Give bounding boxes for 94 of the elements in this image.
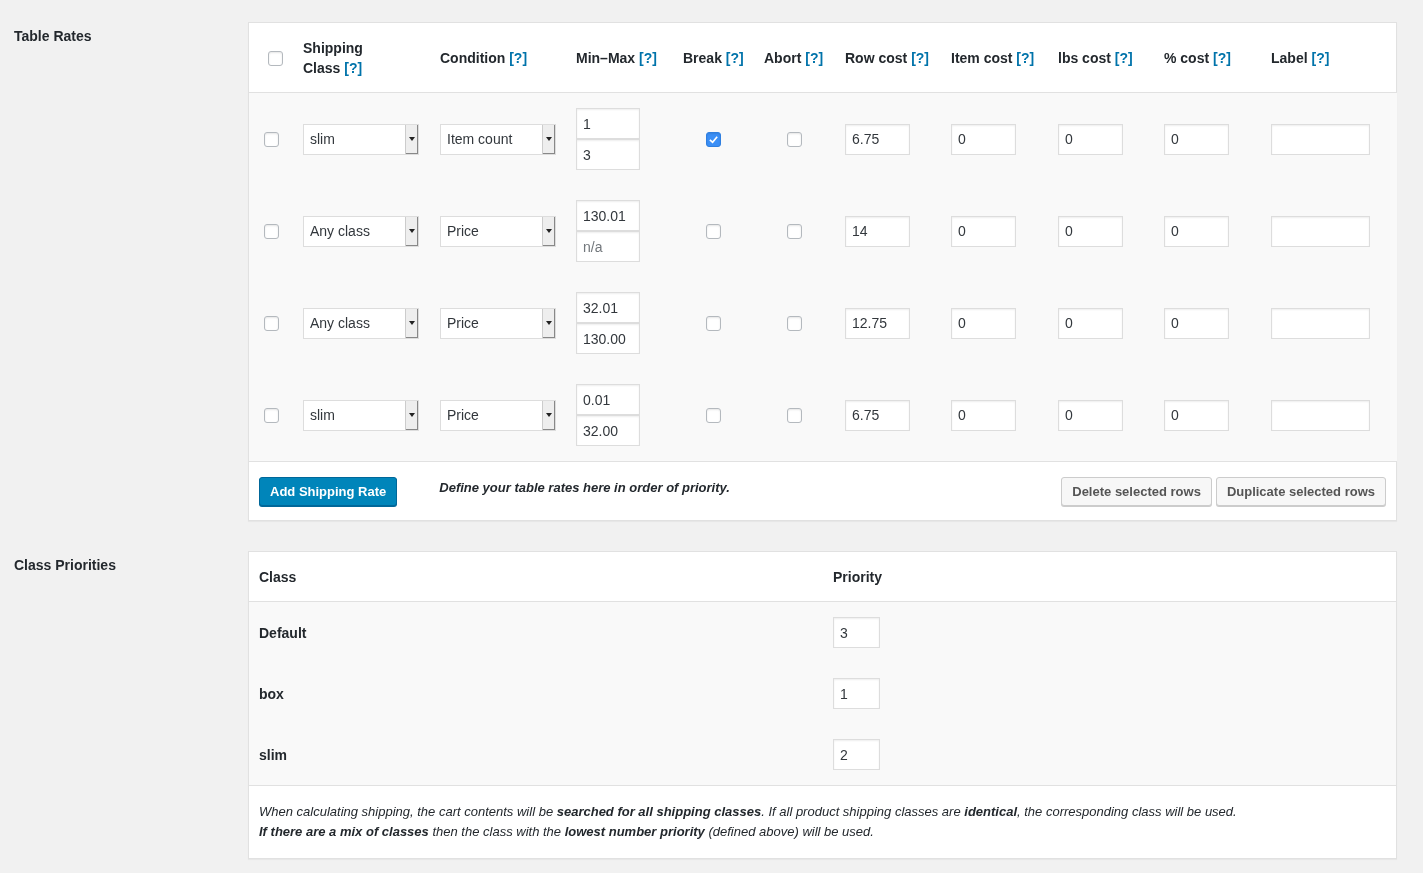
class-name: Default [259, 624, 308, 641]
caret-icon [546, 229, 552, 233]
priority-field[interactable]: 1 [833, 678, 880, 709]
section-heading: Class Priorities [14, 556, 117, 573]
help-text: When calculating shipping, the cart contents will be searched for all shipping classes. If all product shipping classes are identical, the corresponding class will be used. [259, 803, 1238, 821]
lbs-cost-field[interactable]: 0 [1058, 215, 1123, 247]
percent-cost-field[interactable]: 0 [1164, 215, 1229, 247]
section-heading: Table Rates [14, 27, 93, 44]
caret-icon [546, 321, 552, 325]
help-link[interactable]: [?] [344, 59, 363, 76]
min-field[interactable]: 1 [576, 108, 640, 139]
help-link[interactable]: [?] [725, 49, 744, 66]
column-header: Label [?] [1271, 48, 1330, 68]
help-link[interactable]: [?] [639, 49, 657, 66]
break-checkbox[interactable] [706, 316, 721, 332]
min-field[interactable]: 130.01 [576, 200, 640, 231]
help-link[interactable]: [?] [1213, 49, 1231, 66]
max-field[interactable]: n/a [576, 231, 640, 262]
row-checkbox[interactable] [263, 132, 279, 148]
class-select[interactable]: slim [303, 399, 419, 431]
abort-checkbox[interactable] [787, 132, 802, 148]
column-header: lbs cost [?] [1058, 48, 1133, 68]
condition-select[interactable]: Price [440, 399, 556, 431]
checkmark-icon [708, 134, 719, 146]
help-link[interactable]: [?] [509, 49, 528, 66]
condition-select[interactable]: Price [440, 307, 556, 339]
lbs-cost-field[interactable]: 0 [1058, 399, 1123, 431]
select-all-checkbox[interactable] [267, 50, 283, 66]
column-header: Item cost [?] [951, 48, 1035, 68]
add-shipping-rate-button[interactable]: Add Shipping Rate [259, 476, 398, 506]
column-header: % cost [?] [1164, 48, 1231, 68]
abort-checkbox[interactable] [787, 408, 802, 424]
column-header: Break [?] [683, 48, 744, 68]
caret-icon [546, 137, 552, 141]
abort-checkbox[interactable] [787, 316, 802, 332]
row-checkbox[interactable] [263, 408, 279, 424]
label-field[interactable] [1271, 307, 1370, 339]
label-field[interactable] [1271, 123, 1370, 155]
condition-select[interactable]: Item count [440, 123, 556, 155]
caret-icon [546, 413, 552, 417]
caret-icon [409, 321, 415, 325]
min-field[interactable]: 32.01 [576, 292, 640, 323]
item-cost-field[interactable]: 0 [951, 215, 1016, 247]
row-cost-field[interactable]: 14 [845, 215, 910, 247]
min-field[interactable]: 0.01 [576, 384, 640, 415]
column-header: Class [259, 568, 298, 585]
class-select[interactable]: Any class [303, 307, 419, 339]
row-checkbox[interactable] [263, 316, 279, 332]
caret-icon [409, 413, 415, 417]
break-checkbox[interactable] [706, 132, 721, 148]
percent-cost-field[interactable]: 0 [1164, 123, 1229, 155]
help-link[interactable]: [?] [805, 49, 824, 66]
help-link[interactable]: [?] [1114, 49, 1133, 66]
item-cost-field[interactable]: 0 [951, 123, 1016, 155]
priority-field[interactable]: 3 [833, 617, 880, 648]
class-select[interactable]: slim [303, 123, 419, 155]
priority-field[interactable]: 2 [833, 739, 880, 770]
abort-checkbox[interactable] [787, 224, 802, 240]
label-field[interactable] [1271, 215, 1370, 247]
column-header: Shipping Class [?] [303, 38, 364, 78]
column-header: Min–Max [?] [576, 48, 657, 68]
lbs-cost-field[interactable]: 0 [1058, 307, 1123, 339]
help-link[interactable]: [?] [1016, 49, 1035, 66]
class-name: box [259, 685, 285, 702]
row-cost-field[interactable]: 12.75 [845, 307, 910, 339]
label-field[interactable] [1271, 399, 1370, 431]
break-checkbox[interactable] [706, 408, 721, 424]
lbs-cost-field[interactable]: 0 [1058, 123, 1123, 155]
row-checkbox[interactable] [263, 224, 279, 240]
row-cost-field[interactable]: 6.75 [845, 399, 910, 431]
column-header: Abort [?] [764, 48, 824, 68]
caret-icon [409, 229, 415, 233]
item-cost-field[interactable]: 0 [951, 307, 1016, 339]
max-field[interactable]: 32.00 [576, 415, 640, 446]
condition-select[interactable]: Price [440, 215, 556, 247]
help-link[interactable]: [?] [911, 49, 929, 66]
class-name: slim [259, 746, 288, 763]
class-select[interactable]: Any class [303, 215, 419, 247]
column-header: Priority [833, 568, 882, 585]
item-cost-field[interactable]: 0 [951, 399, 1016, 431]
row-action-button[interactable]: Duplicate selected rows [1215, 476, 1386, 506]
max-field[interactable]: 130.00 [576, 323, 640, 354]
break-checkbox[interactable] [706, 224, 721, 240]
max-field[interactable]: 3 [576, 139, 640, 170]
row-cost-field[interactable]: 6.75 [845, 123, 910, 155]
percent-cost-field[interactable]: 0 [1164, 399, 1229, 431]
row-action-button[interactable]: Delete selected rows [1061, 476, 1212, 506]
help-link[interactable]: [?] [1311, 49, 1330, 66]
help-text: If there are a mix of classes then the class with the lowest number priority (defined above) will be used. [259, 823, 875, 841]
column-header: Row cost [?] [845, 48, 929, 68]
column-header: Condition [?] [440, 48, 528, 68]
percent-cost-field[interactable]: 0 [1164, 307, 1229, 339]
priority-note: Define your table rates here in order of priority. [439, 479, 730, 495]
caret-icon [409, 137, 415, 141]
